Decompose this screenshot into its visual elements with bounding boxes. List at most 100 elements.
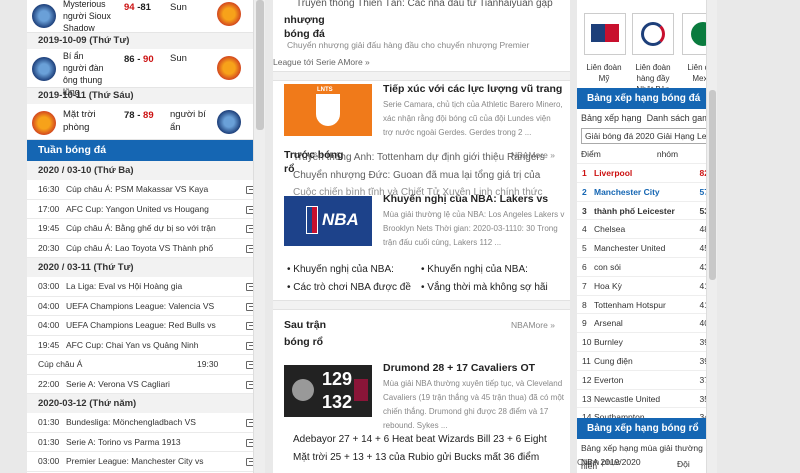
section-desc: Chuyển nhượng giải đấu hàng đầu cho chuy… <box>287 40 530 50</box>
article-desc: Serie Camara, chủ tịch của Athletic Bare… <box>383 100 563 137</box>
match-text: Premier League: Manchester City vs <box>66 456 204 466</box>
standings-row[interactable]: 11 Cung điện 39 <box>577 352 717 371</box>
section-title-football-week: Tuần bóng đá <box>27 140 265 161</box>
news-link[interactable]: Adebayor 27 + 14 + 6 Heat beat Wizards B… <box>293 432 547 448</box>
npb-logo-icon[interactable] <box>632 13 674 55</box>
game-result-2[interactable]: Bí ẩn người đàn ông thung lũng 86 - 90 S… <box>27 49 265 97</box>
match-row[interactable]: 04:00 UEFA Champions League: Red Bulls vs <box>27 316 265 336</box>
standings-row[interactable]: 5 Manchester United 45 <box>577 239 717 258</box>
match-row[interactable]: 19:45 Cúp châu Á: Bằng ghế dự bị so với t… <box>27 219 265 239</box>
team-name: Burnley <box>594 337 623 348</box>
scroll-thumb[interactable] <box>256 0 264 130</box>
match-text: Cúp châu Á: Lao Toyota VS Thành phố <box>66 242 214 253</box>
home-team: Mặt trời phòng <box>63 109 96 133</box>
news-link[interactable]: Mặt trời 25 + 13 + 13 của Rubio gửi Buck… <box>293 450 539 466</box>
article-thumb-nba[interactable]: NBA <box>284 196 372 246</box>
header-points: Điểm <box>581 149 601 159</box>
match-time: 03:00 <box>38 456 60 466</box>
left-scrollbar[interactable] <box>253 0 265 473</box>
match-time: 17:00 <box>38 203 60 214</box>
league-label[interactable]: Liên đoàn Mỹ <box>580 62 628 84</box>
score: 78 - 89 <box>124 110 154 121</box>
section-more[interactable]: NBAMore » <box>511 318 555 333</box>
basketball-header: NBA 2019/2020 Chinh phục Đội <box>577 455 717 471</box>
header-team: Đội <box>677 459 690 469</box>
team-logo-icon <box>217 56 241 80</box>
team-logo-icon <box>32 57 56 81</box>
match-extra-time: 19:30 <box>197 359 219 369</box>
article-title[interactable]: Tiếp xúc với các lực lượng vũ trang <box>383 82 562 97</box>
article-title[interactable]: Drumond 28 + 17 Cavaliers OT <box>383 361 535 376</box>
standings-row[interactable]: 10 Burnley 39 <box>577 333 717 352</box>
rank: 3 <box>582 205 587 216</box>
match-row[interactable]: 04:00 UEFA Champions League: Valencia VS <box>27 297 265 316</box>
article-title[interactable]: Khuyến nghị của NBA: Lakers vs <box>383 192 548 207</box>
score-image-bottom: 132 <box>322 392 353 412</box>
match-time: 03:00 <box>38 281 60 291</box>
news-headline[interactable]: Truyền thông Thiên Tân: Các nhà đầu tư T… <box>296 0 553 12</box>
team-name: Newcastle United <box>594 393 661 404</box>
standings-row[interactable]: 8 Tottenham Hotspur 41 <box>577 296 717 315</box>
scroll-thumb[interactable] <box>709 90 716 280</box>
team-name: Tottenham Hotspur <box>594 299 666 310</box>
game-result-3[interactable]: Mặt trời phòng 78 - 89 người bí ẩn <box>27 104 265 140</box>
game-result-1[interactable]: Mysterious người Sioux Shadow 94 -81 Sun <box>27 0 265 33</box>
match-row[interactable]: 16:30 Cúp châu Á: PSM Makassar VS Kaya <box>27 180 265 200</box>
team-logo-icon <box>217 2 241 26</box>
article-desc: Mùa giải NBA thường xuyên tiếp tục, và C… <box>383 379 564 430</box>
news-link[interactable]: • Khuyến nghị của NBA: <box>287 262 394 278</box>
team-name: Manchester United <box>594 243 666 254</box>
match-text: Serie A: Verona VS Cagliari <box>66 378 170 389</box>
match-row[interactable]: Cúp châu Á 19:30 <box>27 355 265 375</box>
rank: 4 <box>582 224 587 235</box>
right-scrollbar[interactable] <box>706 0 717 473</box>
match-row[interactable]: 03:00 La Liga: Eval vs Hội Hoàng gia <box>27 277 265 297</box>
standings-row[interactable]: 7 Hoa Kỳ 41 <box>577 277 717 296</box>
match-row[interactable]: 19:45 AFC Cup: Chai Yan vs Quảng Ninh <box>27 336 265 355</box>
rank: 11 <box>582 355 591 366</box>
tab-game-list[interactable]: Danh sách game <box>647 113 715 123</box>
news-link[interactable]: • Khuyến nghị của NBA: <box>421 262 528 278</box>
match-text: Cúp châu Á <box>38 359 83 369</box>
team-name: Chelsea <box>594 224 626 235</box>
match-row[interactable]: 22:00 Serie A: Verona VS Cagliari <box>27 375 265 394</box>
score-b: 81 <box>140 2 151 13</box>
news-link[interactable]: • Vắng thời mà không sợ hãi <box>421 280 548 296</box>
news-link[interactable]: Truyền thông Anh: Tottenham dự định giới… <box>293 150 545 166</box>
divider <box>273 300 570 310</box>
section-more[interactable]: League tới Serie AMore » <box>273 55 370 70</box>
standings-row[interactable]: 9 Arsenal 40 <box>577 314 717 334</box>
team-name: Cung điện <box>594 355 633 366</box>
standings-row[interactable]: 2 Manchester City 57 <box>577 183 717 202</box>
league-select[interactable]: Giải bóng đá 2020 Giải Hạng League <box>581 128 713 144</box>
match-date: 2020 / 03-11 (Thứ Tư) <box>27 258 265 277</box>
match-text: AFC Cup: Yangon United vs Hougang <box>66 203 209 214</box>
standings-row[interactable]: 4 Chelsea 48 <box>577 220 717 240</box>
standings-row[interactable]: 1 Liverpool 82 <box>577 164 717 183</box>
match-text: UEFA Champions League: Red Bulls vs <box>66 320 216 330</box>
article-thumb-lnts[interactable]: LNTS <box>284 84 372 136</box>
standings-row[interactable]: 3 thành phố Leicester 53 <box>577 202 717 221</box>
rank: 8 <box>582 299 587 310</box>
match-date: 2020 / 03-10 (Thứ Ba) <box>27 161 265 180</box>
match-row[interactable]: 01:30 Bundesliga: Mönchengladbach VS <box>27 413 265 433</box>
mlb-logo-icon[interactable] <box>584 13 626 55</box>
home-team: Bí ẩn người đàn ông thung lũng <box>63 51 104 97</box>
match-row[interactable]: 01:30 Serie A: Torino vs Parma 1913 <box>27 433 265 452</box>
standings-row[interactable]: 13 Newcastle United 35 <box>577 390 717 409</box>
standings-row[interactable]: 12 Everton 37 <box>577 371 717 390</box>
match-text: Cúp châu Á: Bằng ghế dự bị so với trận <box>66 223 216 233</box>
rank: 7 <box>582 280 587 291</box>
match-text: Bundesliga: Mönchengladbach VS <box>66 417 196 427</box>
tab-standings[interactable]: Bảng xếp hạng <box>581 113 642 123</box>
news-link[interactable]: • Các trò chơi NBA được đề <box>287 280 411 296</box>
match-row[interactable]: 17:00 AFC Cup: Yangon United vs Hougang <box>27 200 265 219</box>
team-name: thành phố Leicester <box>594 205 675 216</box>
article-thumb-cavs[interactable]: 129 132 <box>284 365 372 417</box>
news-link[interactable]: Chuyển nhượng Đức: Guoan đã mua lại tổng… <box>293 168 540 184</box>
match-row[interactable]: 20:30 Cúp châu Á: Lao Toyota VS Thành phố <box>27 239 265 258</box>
match-row[interactable]: 03:00 Premier League: Manchester City vs <box>27 452 265 472</box>
standings-row[interactable]: 6 con sói 43 <box>577 258 717 277</box>
rank: 2 <box>582 186 587 197</box>
team-name: Everton <box>594 374 624 385</box>
